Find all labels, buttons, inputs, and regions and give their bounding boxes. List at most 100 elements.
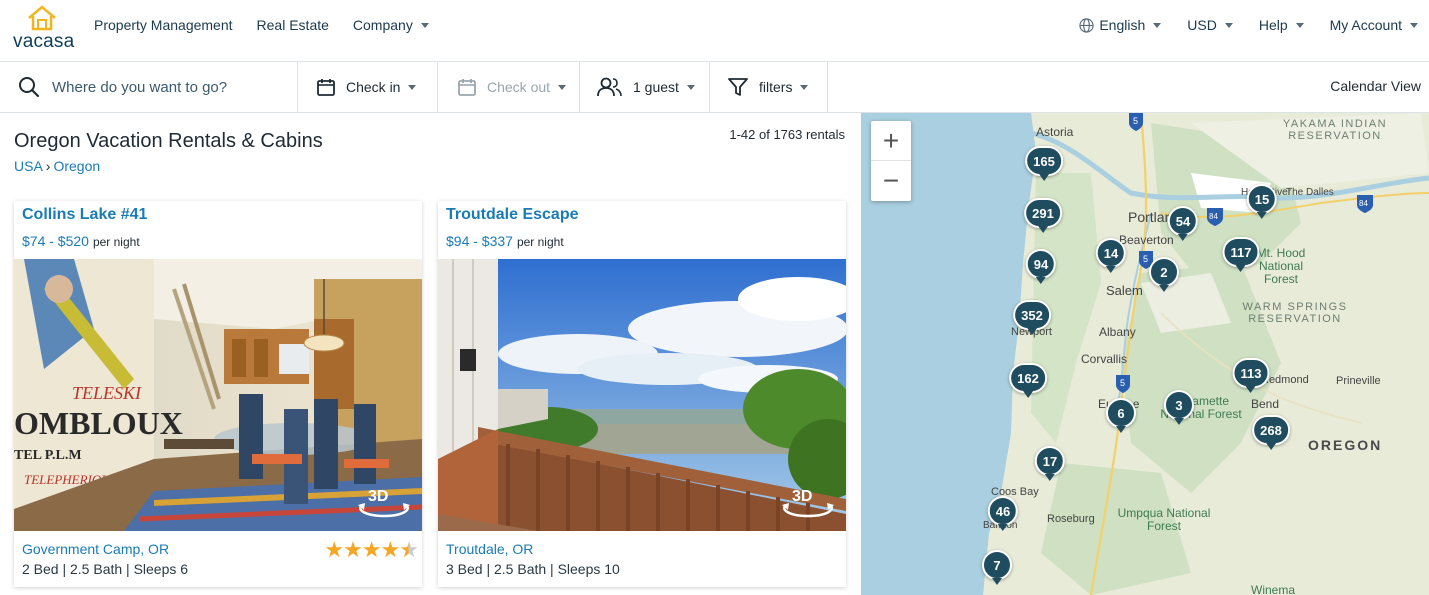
map-label-roseburg: Roseburg	[1047, 513, 1095, 525]
star-icon: ★	[361, 537, 382, 562]
results-map[interactable]: 5 5 5 84 84 Astoria Portland Beaverton S…	[861, 113, 1429, 595]
map-label-beaverton: Beaverton	[1119, 233, 1174, 247]
main-nav: Property Management Real Estate Company	[94, 17, 429, 33]
map-label-bend: Bend	[1251, 397, 1280, 411]
price-range: $94 - $337	[446, 233, 513, 249]
search-icon	[19, 77, 40, 98]
breadcrumb-separator: ›	[45, 158, 51, 174]
listing-specs: 3 Bed | 2.5 Bath | Sleeps 10	[446, 561, 620, 577]
check-in-label: Check in	[346, 79, 401, 95]
map-label-warm-springs: WARM SPRINGS RESERVATION	[1242, 301, 1348, 325]
map-label-mt-hood-forest: Mt. Hood National Forest	[1256, 246, 1306, 286]
breadcrumb-oregon[interactable]: Oregon	[53, 158, 100, 174]
map-label-salem: Salem	[1106, 283, 1143, 298]
chevron-down-icon	[420, 23, 429, 28]
listing-card[interactable]: Collins Lake #41 $74 - $520 per night TE…	[14, 201, 422, 587]
map-label-prineville: Prineville	[1336, 375, 1381, 387]
map-cluster-pin[interactable]: 6	[1106, 398, 1136, 428]
help-label: Help	[1258, 17, 1288, 33]
check-in-picker[interactable]: Check in	[298, 62, 438, 112]
map-label-astoria: Astoria	[1036, 125, 1074, 139]
my-account-menu[interactable]: My Account	[1330, 17, 1418, 33]
nav-company-label: Company	[352, 17, 413, 33]
map-label-albany: Albany	[1099, 325, 1136, 339]
svg-text:TELESKI: TELESKI	[72, 383, 142, 403]
zoom-out-button[interactable]: −	[871, 161, 911, 201]
chevron-down-icon	[1410, 22, 1418, 28]
nav-company[interactable]: Company	[353, 17, 429, 33]
i5-shield-label: 5	[1120, 378, 1125, 388]
star-icon: ★	[343, 537, 363, 562]
destination-search	[0, 62, 298, 112]
star-icon: ★	[324, 537, 344, 562]
3d-tour-icon[interactable]: 3D	[780, 483, 836, 519]
zoom-in-button[interactable]: +	[871, 121, 911, 161]
i5-shield-label: 5	[1133, 116, 1138, 126]
price-unit: per night	[516, 235, 564, 249]
currency-select[interactable]: USD	[1187, 17, 1233, 33]
map-cluster-pin[interactable]: 7	[982, 550, 1012, 580]
map-cluster-pin[interactable]: 3	[1164, 390, 1194, 420]
guest-picker[interactable]: 1 guest	[580, 62, 710, 112]
map-cluster-pin[interactable]: 165	[1025, 146, 1063, 176]
listing-title[interactable]: Collins Lake #41	[22, 206, 147, 224]
i5-shield-label: 5	[1143, 254, 1148, 264]
currency-label: USD	[1187, 17, 1217, 33]
vacasa-logo[interactable]: vacasa	[13, 5, 74, 52]
price-unit: per night	[92, 235, 140, 249]
map-label-umpqua-forest: Umpqua National Forest	[1117, 506, 1211, 533]
listing-photo[interactable]: TELESKI OMBLOUX TEL P.L.M TELEPHERIQUES	[14, 259, 422, 531]
listing-price: $74 - $520 per night	[22, 233, 140, 249]
3d-badge-text: 3D	[792, 488, 812, 505]
listing-price: $94 - $337 per night	[446, 233, 564, 249]
my-account-label: My Account	[1329, 17, 1402, 33]
guest-label: 1 guest	[633, 79, 679, 95]
filters-button[interactable]: filters	[710, 62, 828, 112]
search-bar: Check in Check out 1 guest filters Calen…	[0, 62, 1429, 113]
listing-location[interactable]: Troutdale, OR	[446, 541, 533, 557]
breadcrumb-usa[interactable]: USA	[14, 158, 43, 174]
listing-location[interactable]: Government Camp, OR	[22, 541, 169, 557]
chevron-down-icon	[1295, 22, 1304, 28]
nav-property-management[interactable]: Property Management	[94, 17, 233, 33]
calendar-view-link[interactable]: Calendar View	[1330, 78, 1421, 94]
listing-title[interactable]: Troutdale Escape	[446, 206, 579, 224]
language-select[interactable]: English	[1079, 17, 1162, 33]
guests-icon	[597, 77, 622, 97]
calendar-icon	[317, 79, 335, 96]
listing-photo[interactable]: 3D	[438, 259, 846, 531]
map-zoom-controls: + −	[871, 121, 911, 201]
check-out-label: Check out	[487, 79, 551, 95]
map-cluster-pin[interactable]: 2	[1149, 257, 1179, 287]
results-panel: Oregon Vacation Rentals & Cabins USA › Ore…	[0, 113, 861, 595]
chevron-down-icon	[686, 84, 695, 90]
page-title: Oregon Vacation Rentals & Cabins	[14, 130, 323, 152]
utility-nav: English USD Help My Account	[1079, 17, 1418, 33]
3d-badge-text: 3D	[368, 488, 388, 505]
map-cluster-pin[interactable]: 291	[1024, 198, 1062, 228]
chevron-down-icon	[1153, 22, 1162, 28]
rating-stars: ★★★★★	[324, 537, 419, 563]
map-label-yakama: YAKAMA INDIAN RESERVATION	[1282, 118, 1388, 142]
svg-text:TEL P.L.M: TEL P.L.M	[14, 448, 82, 463]
results-count: 1-42 of 1763 rentals	[729, 127, 845, 142]
map-label-corvallis: Corvallis	[1081, 352, 1128, 366]
map-cluster-pin[interactable]: 113	[1232, 358, 1270, 388]
3d-tour-icon[interactable]: 3D	[356, 483, 412, 519]
listing-specs: 2 Bed | 2.5 Bath | Sleeps 6	[22, 561, 189, 577]
nav-real-estate[interactable]: Real Estate	[257, 17, 329, 33]
language-label: English	[1099, 17, 1146, 33]
i84-shield-label: 84	[1209, 212, 1218, 221]
half-star-icon: ★	[399, 537, 419, 562]
map-cluster-pin[interactable]: 268	[1252, 415, 1290, 445]
globe-icon	[1079, 17, 1094, 33]
check-out-picker[interactable]: Check out	[438, 62, 580, 112]
chevron-down-icon	[1224, 22, 1233, 28]
map-cluster-pin[interactable]: 352	[1013, 300, 1051, 330]
map-cluster-pin[interactable]: 162	[1009, 363, 1047, 393]
top-nav: vacasa Property Management Real Estate C…	[0, 0, 1429, 62]
search-input[interactable]	[52, 78, 282, 96]
help-menu[interactable]: Help	[1259, 17, 1304, 33]
map-cluster-pin[interactable]: 117	[1222, 237, 1260, 267]
listing-card[interactable]: Troutdale Escape $94 - $337 per night 3D…	[438, 201, 846, 587]
